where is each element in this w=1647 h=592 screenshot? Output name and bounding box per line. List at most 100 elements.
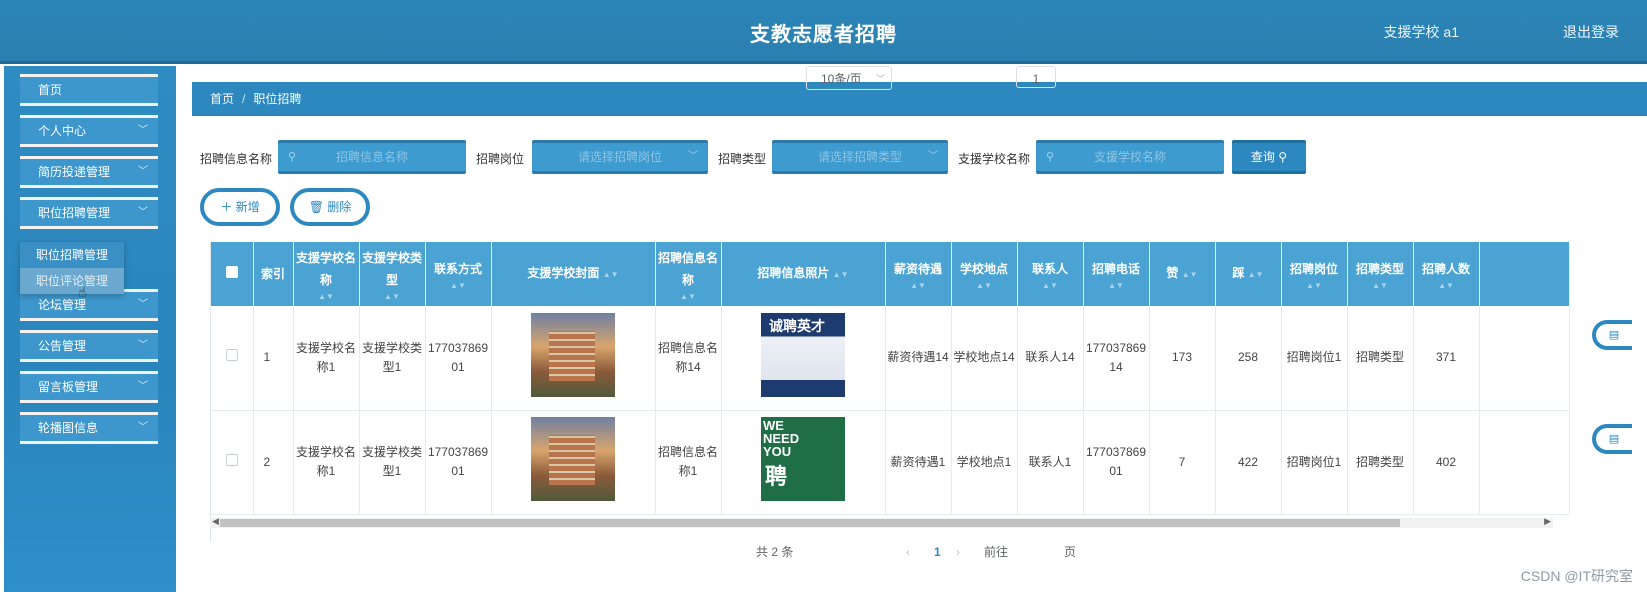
select-type[interactable]: 请选择招聘类型 ﹀ xyxy=(772,140,948,174)
sort-icon[interactable]: ▲▼ xyxy=(1182,270,1198,279)
col-header[interactable]: 招聘信息照片 ▲▼ xyxy=(721,242,886,306)
row-checkbox[interactable] xyxy=(225,453,238,466)
sidebar-item-resume[interactable]: 简历投递管理 ﹀ xyxy=(20,156,158,188)
recruit-poster-image: 诚聘英才 xyxy=(761,312,845,397)
col-header[interactable]: 招聘岗位 ▲▼ xyxy=(1281,242,1348,306)
col-header[interactable]: 支援学校类型 ▲▼ xyxy=(359,242,426,306)
search-label-school: 支援学校名称 xyxy=(958,152,1031,166)
sort-icon[interactable]: ▲▼ xyxy=(603,270,619,279)
logout-link[interactable]: 退出登录 xyxy=(1563,22,1619,42)
search-icon: ⚲ xyxy=(1046,151,1055,163)
prev-page-icon[interactable]: ‹ xyxy=(906,540,910,564)
col-header[interactable]: 招聘类型 ▲▼ xyxy=(1347,242,1414,306)
select-all-cell[interactable] xyxy=(211,242,254,306)
sort-icon[interactable]: ▲▼ xyxy=(1084,282,1149,290)
scroll-left-icon[interactable]: ◀ xyxy=(212,516,219,527)
sidebar-item-personal-center[interactable]: 个人中心 ﹀ xyxy=(20,115,158,147)
watermark: CSDN @IT研究室 xyxy=(1520,568,1633,584)
cell-post: 招聘岗位1 xyxy=(1281,410,1348,515)
cell-phone: 17703786901 xyxy=(1083,410,1150,515)
cell-index: 2 xyxy=(253,410,294,515)
chevron-down-icon: ﹀ xyxy=(875,74,885,84)
sort-icon[interactable]: ▲▼ xyxy=(1018,282,1083,290)
search-icon: ⚲ xyxy=(288,151,297,163)
sort-icon[interactable]: ▲▼ xyxy=(1348,282,1413,290)
next-page-icon[interactable]: › xyxy=(956,540,960,564)
sidebar-item-home[interactable]: 首页 xyxy=(20,74,158,106)
page-size-select[interactable]: 10条/页 ﹀ xyxy=(806,66,892,90)
delete-button[interactable]: 🗑 删除 xyxy=(290,188,370,226)
col-header[interactable]: 学校地点 ▲▼ xyxy=(951,242,1018,306)
sort-icon[interactable]: ▲▼ xyxy=(656,293,721,301)
cell-school: 支援学校名称1 xyxy=(293,410,360,515)
sort-icon[interactable]: ▲▼ xyxy=(952,282,1017,290)
cell-person: 联系人14 xyxy=(1017,306,1084,411)
scroll-right-icon[interactable]: ▶ xyxy=(1544,516,1551,527)
col-header[interactable]: 招聘人数 ▲▼ xyxy=(1413,242,1480,306)
sort-icon[interactable]: ▲▼ xyxy=(1282,282,1347,290)
page-number[interactable]: 1 xyxy=(934,540,941,564)
sort-icon[interactable]: ▲▼ xyxy=(886,282,951,290)
sidebar-item-carousel[interactable]: 轮播图信息 ﹀ xyxy=(20,412,158,444)
cell-school-type: 支援学校类型1 xyxy=(359,410,426,515)
document-icon: ▤ xyxy=(1608,433,1620,445)
goto-page-input[interactable]: 1 xyxy=(1016,66,1056,88)
cell-info-photo: WE NEED YOU 聘 xyxy=(721,410,886,515)
add-button[interactable]: ＋ 新增 xyxy=(200,188,280,226)
search-input-info-name[interactable]: ⚲ 招聘信息名称 xyxy=(278,140,466,174)
hand-cursor-icon: ☝ xyxy=(78,284,87,300)
sidebar-item-label: 简历投递管理 xyxy=(38,165,111,179)
sidebar-item-message-board[interactable]: 留言板管理 ﹀ xyxy=(20,371,158,403)
sort-icon[interactable]: ▲▼ xyxy=(426,282,491,290)
chevron-down-icon: ﹀ xyxy=(138,340,148,351)
sort-icon[interactable]: ▲▼ xyxy=(1248,270,1264,279)
cell-school-type: 支援学校类型1 xyxy=(359,306,426,411)
cell-info-name: 招聘信息名称14 xyxy=(655,306,722,411)
cell-contact: 17703786901 xyxy=(425,410,492,515)
cell-salary: 薪资待遇14 xyxy=(885,306,952,411)
cell-like: 7 xyxy=(1149,410,1216,515)
table-row: 1 支援学校名称1 支援学校类型1 17703786901 招聘信息名称14 诚… xyxy=(211,306,1570,411)
col-header: 索引 xyxy=(253,242,294,306)
sidebar-item-label: 个人中心 xyxy=(38,124,87,138)
sort-icon[interactable]: ▲▼ xyxy=(360,293,425,301)
pagination-total: 共 2 条 xyxy=(756,545,794,559)
row-checkbox[interactable] xyxy=(225,349,238,362)
col-header[interactable]: 支援学校封面 ▲▼ xyxy=(491,242,656,306)
document-icon: ▤ xyxy=(1608,329,1620,341)
col-header[interactable]: 联系人 ▲▼ xyxy=(1017,242,1084,306)
col-header[interactable]: 赞 ▲▼ xyxy=(1149,242,1216,306)
submenu-item-job-comment[interactable]: 职位评论管理 xyxy=(20,268,124,294)
chevron-down-icon: ﹀ xyxy=(138,166,148,177)
horizontal-scrollbar[interactable]: ◀ ▶ xyxy=(210,516,1553,528)
cell-person: 联系人1 xyxy=(1017,410,1084,515)
row-detail-button[interactable]: ▤ xyxy=(1592,424,1632,454)
col-header[interactable]: 招聘电话 ▲▼ xyxy=(1083,242,1150,306)
school-cover-image xyxy=(531,312,615,397)
cell-actions xyxy=(1479,306,1570,411)
sidebar-item-notice[interactable]: 公告管理 ﹀ xyxy=(20,330,158,362)
row-detail-button[interactable]: ▤ xyxy=(1592,320,1632,350)
sort-icon[interactable]: ▲▼ xyxy=(1414,282,1479,290)
col-header[interactable]: 联系方式 ▲▼ xyxy=(425,242,492,306)
col-header[interactable]: 薪资待遇 ▲▼ xyxy=(885,242,952,306)
sidebar-item-job-recruit[interactable]: 职位招聘管理 ﹀ xyxy=(20,197,158,229)
col-header[interactable]: 踩 ▲▼ xyxy=(1215,242,1282,306)
col-header[interactable]: 支援学校名称 ▲▼ xyxy=(293,242,360,306)
select-all-checkbox[interactable] xyxy=(225,266,238,278)
sort-icon[interactable]: ▲▼ xyxy=(833,270,849,279)
cell-count: 402 xyxy=(1413,410,1480,515)
col-header[interactable]: 招聘信息名称 ▲▼ xyxy=(655,242,722,306)
cell-phone: 17703786914 xyxy=(1083,306,1150,411)
plus-icon: ＋ xyxy=(220,200,233,214)
page-unit-label: 页 xyxy=(1064,545,1077,559)
select-post[interactable]: 请选择招聘岗位 ﹀ xyxy=(532,140,708,174)
breadcrumb-home[interactable]: 首页 xyxy=(210,92,234,106)
scrollbar-thumb[interactable] xyxy=(220,519,1400,527)
sort-icon[interactable]: ▲▼ xyxy=(294,293,359,301)
query-button[interactable]: 查询 ⚲ xyxy=(1232,140,1306,174)
cell-cover xyxy=(491,306,656,411)
submenu-item-job-manage[interactable]: 职位招聘管理 xyxy=(20,242,124,268)
cell-location: 学校地点14 xyxy=(951,306,1018,411)
search-input-school[interactable]: ⚲ 支援学校名称 xyxy=(1036,140,1224,174)
